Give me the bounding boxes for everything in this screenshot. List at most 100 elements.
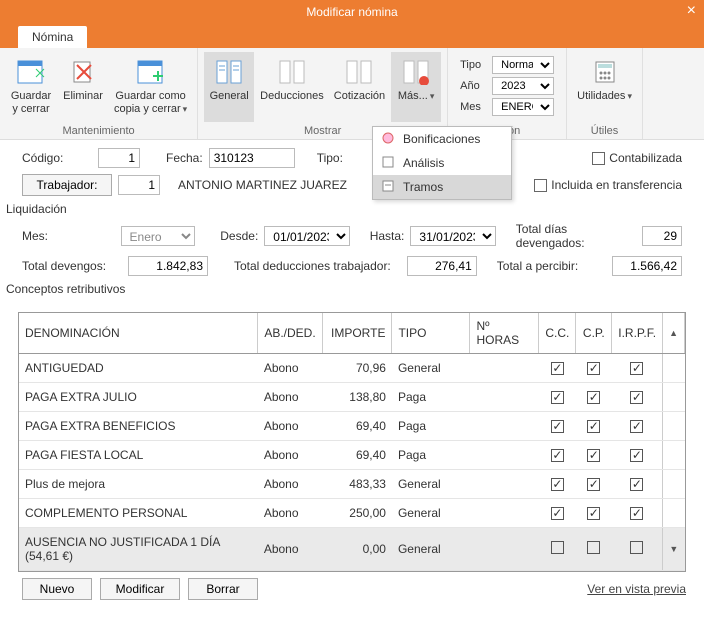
checkbox-icon[interactable]: ✓ — [587, 420, 600, 433]
table-row[interactable]: AUSENCIA NO JUSTIFICADA 1 DÍA (54,61 €)A… — [19, 528, 685, 571]
checkbox-icon[interactable]: ✓ — [630, 391, 643, 404]
tabbar: Nómina — [0, 24, 704, 48]
checkbox-icon[interactable]: ✓ — [587, 391, 600, 404]
utilidades-button[interactable]: Utilidades — [573, 52, 636, 122]
utilidades-icon — [589, 56, 621, 88]
col-importe[interactable]: IMPORTE — [322, 313, 392, 354]
mas-button[interactable]: Más... — [391, 52, 441, 122]
save-copy-button[interactable]: Guardar como copia y cerrar — [110, 52, 191, 122]
cell-abded: Abono — [258, 528, 322, 571]
checkbox-icon[interactable]: ✓ — [551, 507, 564, 520]
percibir-input[interactable] — [612, 256, 682, 276]
cell-irpf: ✓ — [612, 383, 663, 412]
delete-button[interactable]: Eliminar — [58, 52, 108, 122]
devengos-input[interactable] — [128, 256, 208, 276]
desde-input[interactable]: 01/01/2023 — [264, 226, 350, 246]
kv-tipo-select[interactable]: Normal — [492, 56, 554, 74]
incluida-checkbox[interactable]: Incluida en transferencia — [534, 178, 682, 192]
checkbox-icon[interactable]: ✓ — [551, 391, 564, 404]
scrollbar[interactable] — [663, 354, 685, 383]
cell-horas — [470, 441, 539, 470]
ribbon-group-label: Mantenimiento — [63, 125, 135, 137]
deducciones-input[interactable] — [407, 256, 477, 276]
checkbox-icon — [534, 179, 547, 192]
col-cp[interactable]: C.P. — [576, 313, 612, 354]
modificar-button[interactable]: Modificar — [100, 578, 180, 600]
col-irpf[interactable]: I.R.P.F. — [612, 313, 663, 354]
hasta-input[interactable]: 31/01/2023 — [410, 226, 496, 246]
trabajador-num-input[interactable] — [118, 175, 160, 195]
fecha-input[interactable] — [209, 148, 295, 168]
checkbox-icon[interactable]: ✓ — [587, 478, 600, 491]
checkbox-icon[interactable]: ✓ — [587, 449, 600, 462]
desde-label: Desde: — [220, 229, 258, 243]
table-row[interactable]: PAGA EXTRA JULIOAbono138,80Paga✓✓✓ — [19, 383, 685, 412]
cell-irpf: ✓ — [612, 412, 663, 441]
dias-input[interactable] — [642, 226, 682, 246]
scrollbar[interactable] — [663, 470, 685, 499]
scroll-up-icon[interactable]: ▲ — [663, 313, 685, 354]
dropdown-analisis[interactable]: Análisis — [373, 151, 511, 175]
checkbox-icon[interactable]: ✓ — [630, 478, 643, 491]
mes-select[interactable]: Enero — [121, 226, 196, 246]
checkbox-icon[interactable]: ✓ — [630, 420, 643, 433]
contabilizada-checkbox[interactable]: Contabilizada — [592, 151, 682, 165]
borrar-button[interactable]: Borrar — [188, 578, 258, 600]
checkbox-icon[interactable] — [551, 541, 564, 554]
checkbox-icon[interactable]: ✓ — [551, 449, 564, 462]
kv-ano-select[interactable]: 2023 — [492, 77, 554, 95]
deducciones-label: Deducciones — [260, 90, 324, 103]
checkbox-icon[interactable]: ✓ — [630, 362, 643, 375]
dropdown-tramos[interactable]: Tramos — [373, 175, 511, 199]
cell-cc: ✓ — [539, 383, 576, 412]
kv-mes-select[interactable]: ENERO — [492, 98, 554, 116]
delete-label: Eliminar — [63, 90, 103, 103]
table-row[interactable]: PAGA EXTRA BENEFICIOSAbono69,40Paga✓✓✓ — [19, 412, 685, 441]
table-row[interactable]: COMPLEMENTO PERSONALAbono250,00General✓✓… — [19, 499, 685, 528]
save-copy-label: Guardar como copia y cerrar — [114, 90, 187, 115]
table-row[interactable]: Plus de mejoraAbono483,33General✓✓✓ — [19, 470, 685, 499]
conceptos-title: Conceptos retributivos — [6, 282, 682, 296]
cell-irpf — [612, 528, 663, 571]
col-cc[interactable]: C.C. — [539, 313, 576, 354]
checkbox-icon[interactable]: ✓ — [551, 420, 564, 433]
dropdown-bonificaciones[interactable]: Bonificaciones — [373, 127, 511, 151]
checkbox-icon[interactable] — [587, 541, 600, 554]
col-denominacion[interactable]: DENOMINACIÓN — [19, 313, 258, 354]
codigo-input[interactable] — [98, 148, 140, 168]
ribbon-group-label: Útiles — [591, 125, 619, 137]
checkbox-icon[interactable]: ✓ — [587, 507, 600, 520]
col-tipo[interactable]: TIPO — [392, 313, 470, 354]
deducciones-button[interactable]: Deducciones — [256, 52, 328, 122]
nuevo-button[interactable]: Nuevo — [22, 578, 92, 600]
scrollbar[interactable] — [663, 441, 685, 470]
cell-tipo: General — [392, 528, 470, 571]
checkbox-icon[interactable]: ✓ — [551, 362, 564, 375]
general-button[interactable]: General — [204, 52, 254, 122]
scrollbar[interactable]: ▼ — [663, 528, 685, 571]
checkbox-icon[interactable]: ✓ — [630, 507, 643, 520]
save-close-button[interactable]: Guardar y cerrar — [6, 52, 56, 122]
close-icon[interactable]: × — [687, 2, 696, 20]
checkbox-icon[interactable] — [630, 541, 643, 554]
checkbox-icon[interactable]: ✓ — [587, 362, 600, 375]
cell-den: PAGA EXTRA BENEFICIOS — [19, 412, 258, 441]
cell-tipo: Paga — [392, 383, 470, 412]
checkbox-icon[interactable]: ✓ — [551, 478, 564, 491]
cell-tipo: General — [392, 499, 470, 528]
trabajador-button[interactable]: Trabajador: — [22, 174, 112, 196]
preview-link[interactable]: Ver en vista previa — [587, 582, 686, 596]
table-row[interactable]: ANTIGUEDADAbono70,96General✓✓✓ — [19, 354, 685, 383]
col-horas[interactable]: Nº HORAS — [470, 313, 539, 354]
tab-nomina[interactable]: Nómina — [18, 26, 87, 48]
checkbox-icon — [592, 152, 605, 165]
checkbox-icon[interactable]: ✓ — [630, 449, 643, 462]
scrollbar[interactable] — [663, 412, 685, 441]
cell-tipo: General — [392, 470, 470, 499]
cell-cp: ✓ — [576, 470, 612, 499]
cotizacion-button[interactable]: Cotización — [330, 52, 389, 122]
col-abded[interactable]: AB./DED. — [258, 313, 322, 354]
table-row[interactable]: PAGA FIESTA LOCALAbono69,40Paga✓✓✓ — [19, 441, 685, 470]
scrollbar[interactable] — [663, 499, 685, 528]
scrollbar[interactable] — [663, 383, 685, 412]
